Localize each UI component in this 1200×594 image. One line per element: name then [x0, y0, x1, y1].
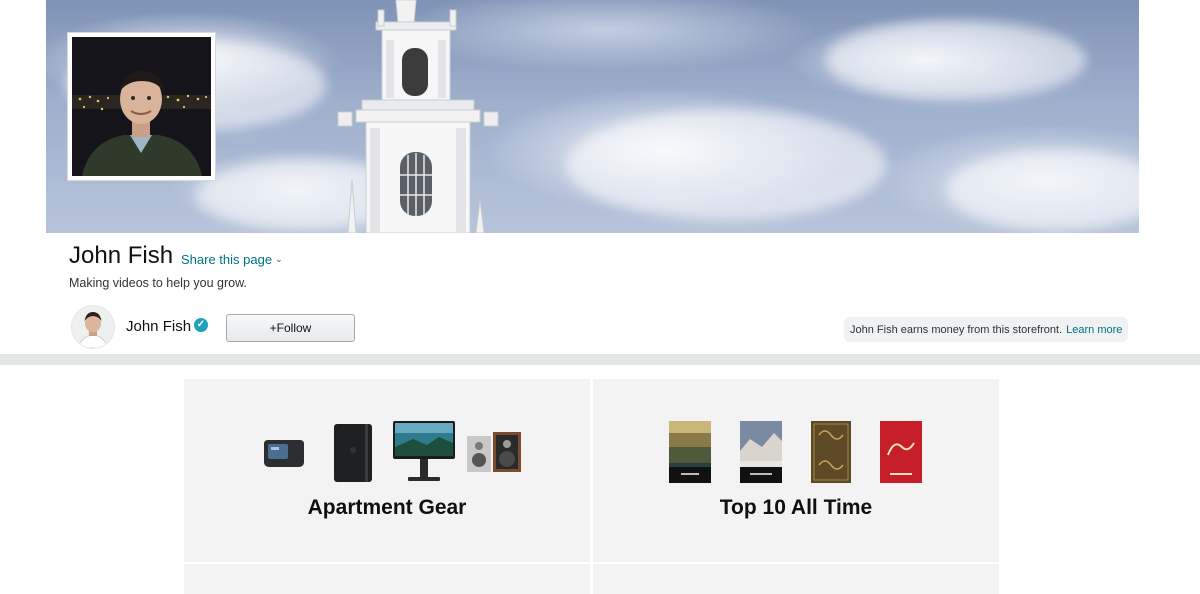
- collection-card[interactable]: [593, 564, 999, 594]
- profile-tagline: Making videos to help you grow.: [69, 276, 247, 290]
- avatar[interactable]: [72, 306, 114, 348]
- monitor-icon: [393, 421, 455, 481]
- collection-title[interactable]: Apartment Gear: [184, 496, 590, 520]
- collection-title[interactable]: Top 10 All Time: [593, 496, 999, 520]
- chevron-down-icon: ⌄: [275, 254, 283, 264]
- section-divider: [0, 354, 1200, 365]
- profile-photo-image: [72, 37, 211, 176]
- learn-more-link[interactable]: Learn more: [1066, 324, 1122, 336]
- smart-display-icon: [264, 440, 304, 467]
- share-page-label[interactable]: Share this page: [181, 252, 272, 267]
- avatar-image: [72, 306, 114, 348]
- verified-check-icon: ✓: [194, 318, 208, 332]
- collection-card-apartment-gear[interactable]: Apartment Gear: [184, 379, 590, 562]
- collection-card[interactable]: [184, 564, 590, 594]
- profile-name: John Fish: [69, 242, 174, 269]
- book-cover-icon: [669, 421, 711, 483]
- speakers-icon: [467, 432, 521, 472]
- book-cover-icon: [880, 421, 922, 483]
- church-steeple-image: [337, 0, 499, 233]
- book-cover-icon: [811, 421, 851, 483]
- creator-name[interactable]: John Fish: [126, 318, 191, 335]
- earnings-disclosure-text: John Fish earns money from this storefro…: [850, 323, 1063, 336]
- profile-photo: [68, 33, 215, 180]
- collection-card-top-10[interactable]: Top 10 All Time: [593, 379, 999, 562]
- share-page-dropdown[interactable]: Share this page ⌄: [181, 252, 283, 267]
- notebook-icon: [334, 424, 372, 482]
- book-cover-icon: [740, 421, 782, 483]
- earnings-disclosure: John Fish earns money from this storefro…: [844, 317, 1129, 342]
- follow-button[interactable]: +Follow: [226, 314, 355, 342]
